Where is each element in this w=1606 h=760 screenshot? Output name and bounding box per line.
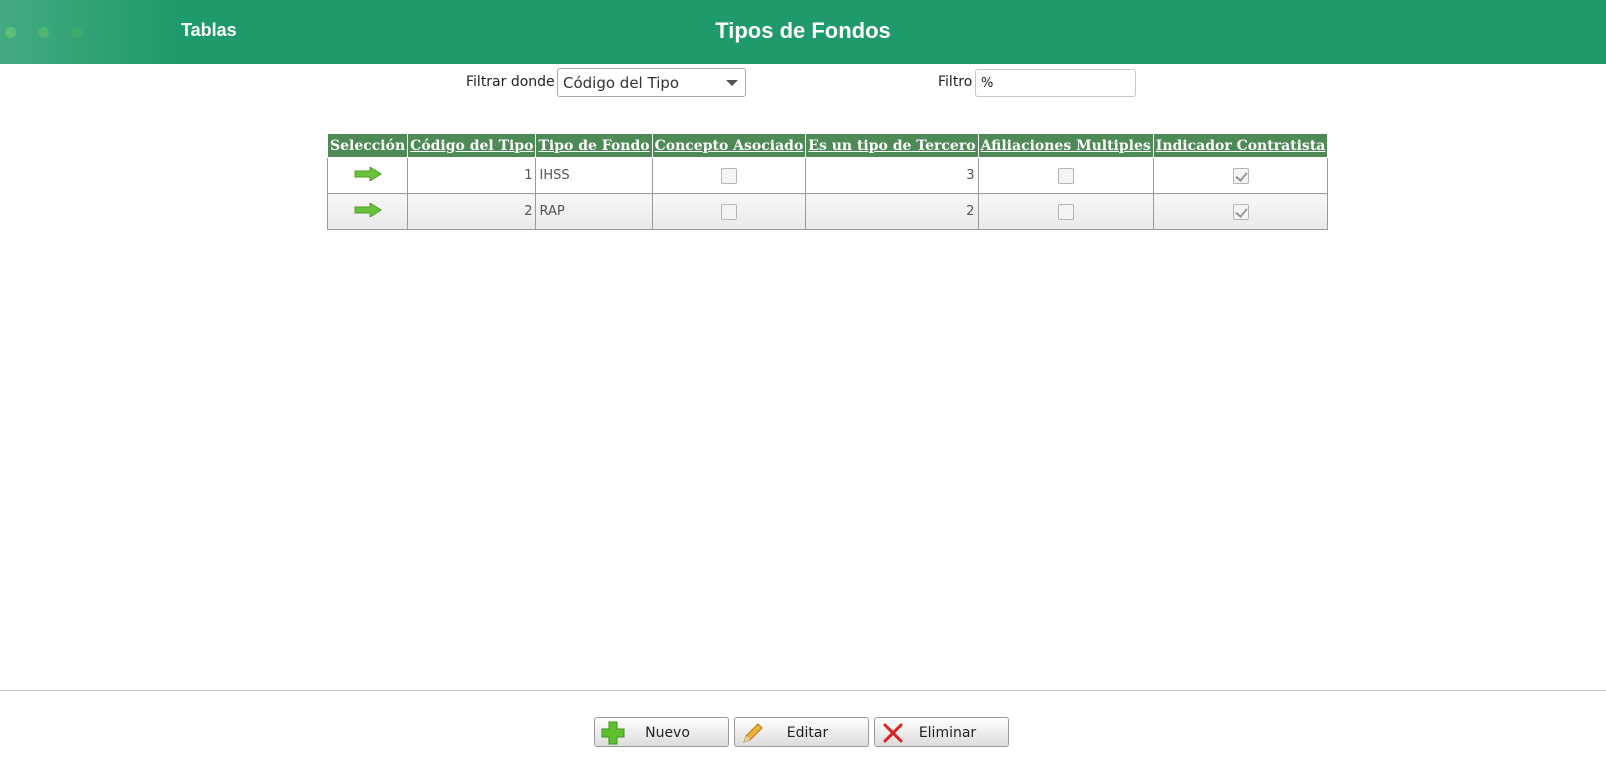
nuevo-button[interactable]: Nuevo [594, 717, 729, 747]
afiliaciones-checkbox [1057, 167, 1074, 184]
selection-cell [326, 157, 409, 194]
column-header-concepto[interactable]: Concepto Asociado [651, 133, 807, 158]
contratista-checkbox [1232, 203, 1249, 220]
page-title: Tipos de Fondos [715, 18, 891, 43]
contratista-checkbox [1232, 167, 1249, 184]
table-header-row: Selección Código del Tipo Tipo de Fondo … [326, 133, 1329, 158]
concepto-checkbox [720, 203, 737, 220]
column-header-codigo[interactable]: Código del Tipo [407, 133, 537, 158]
column-header-afiliaciones[interactable]: Afiliaciones Multiples [977, 133, 1154, 158]
filtro-label: Filtro [938, 74, 973, 90]
selection-cell [326, 193, 409, 230]
afiliaciones-cell [977, 193, 1154, 230]
tipo-cell: RAP [535, 193, 653, 230]
codigo-cell: 2 [407, 193, 537, 230]
concepto-cell [651, 157, 807, 194]
tercero-cell: 2 [805, 193, 979, 230]
nuevo-button-label: Nuevo [645, 725, 690, 741]
tipo-cell: IHSS [535, 157, 653, 194]
contratista-cell [1152, 157, 1329, 194]
editar-button-label: Editar [786, 725, 829, 741]
filter-label: Filtrar donde [466, 74, 555, 90]
concepto-cell [651, 193, 807, 230]
column-header-seleccion: Selección [326, 133, 409, 158]
table-row: 2 RAP 2 [326, 193, 1329, 230]
eliminar-button-label: Eliminar [918, 725, 977, 741]
eliminar-button[interactable]: Eliminar [874, 717, 1009, 747]
filter-column-select[interactable]: Código del Tipo [557, 68, 746, 97]
select-arrow-icon[interactable] [354, 201, 382, 221]
filtro-input[interactable] [975, 69, 1136, 97]
column-header-tercero[interactable]: Es un tipo de Tercero [805, 133, 979, 158]
chevron-down-icon [726, 80, 738, 86]
filter-select-value: Código del Tipo [563, 74, 680, 92]
afiliaciones-checkbox [1057, 203, 1074, 220]
select-arrow-icon[interactable] [354, 165, 382, 185]
footer-divider [0, 690, 1606, 691]
table-row: 1 IHSS 3 [326, 157, 1329, 194]
concepto-checkbox [720, 167, 737, 184]
tipos-fondos-table: Selección Código del Tipo Tipo de Fondo … [326, 133, 1329, 230]
tercero-cell: 3 [805, 157, 979, 194]
app-header: Tablas Tipos de Fondos [0, 0, 1606, 64]
codigo-cell: 1 [407, 157, 537, 194]
column-header-tipo[interactable]: Tipo de Fondo [535, 133, 653, 158]
column-header-contratista[interactable]: Indicador Contratista [1152, 133, 1329, 158]
contratista-cell [1152, 193, 1329, 230]
editar-button[interactable]: Editar [734, 717, 869, 747]
afiliaciones-cell [977, 157, 1154, 194]
